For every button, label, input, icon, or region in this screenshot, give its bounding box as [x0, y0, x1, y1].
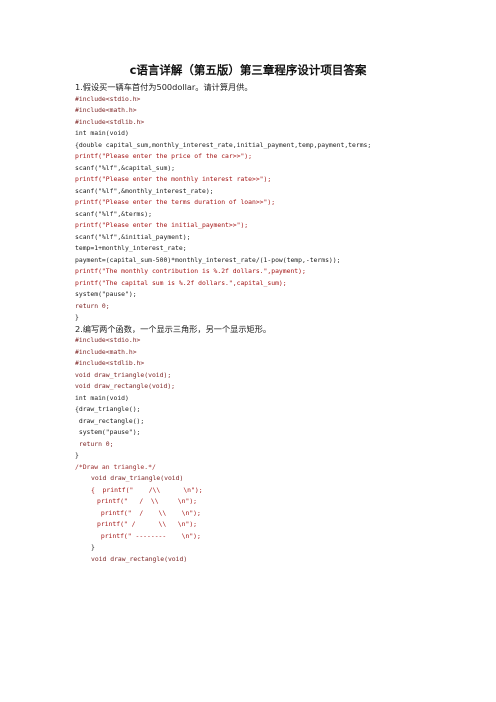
code-line: payment=(capital_sum-500)*monthly_intere…: [75, 255, 341, 264]
code-line: scanf("%lf",&monthly_interest_rate);: [75, 186, 214, 195]
code-line: printf("Please enter the initial_payment…: [75, 221, 249, 229]
code-line: #include<stdlib.h>: [75, 359, 145, 367]
code-line: printf(" -------- \n");: [97, 531, 201, 540]
code-line: printf("Please enter the terms duration …: [75, 198, 276, 206]
code-line: }: [75, 451, 79, 459]
code-line: { printf(" /\\ \n");: [91, 485, 203, 494]
code-line: printf("Please enter the price of the ca…: [75, 152, 252, 160]
code-line: printf(" / \\ \n");: [97, 497, 198, 505]
code-line: void draw_rectangle(void);: [75, 382, 176, 390]
code-line: void draw_triangle(void): [91, 474, 184, 482]
code-line: }: [75, 313, 79, 321]
code-line: scanf("%lf",&capital_sum);: [75, 163, 176, 172]
code-line: draw_rectangle();: [75, 416, 145, 425]
code-line: return 0;: [75, 439, 114, 448]
document-page: c语言详解（第五版）第三章程序设计项目答案 1.假设买一辆车首付为500doll…: [0, 0, 496, 702]
code-line: {draw_triangle();: [75, 405, 141, 413]
code-line: system("pause");: [75, 290, 137, 298]
code-line: int main(void): [75, 129, 129, 137]
code-line: void draw_rectangle(void): [91, 554, 188, 563]
code-line: {double capital_sum,monthly_interest_rat…: [75, 140, 372, 149]
code-line: printf("Please enter the monthly interes…: [75, 175, 272, 183]
question-text: 1.假设买一辆车首付为500dollar。请计算月供。: [75, 82, 253, 92]
code-line: temp=1+monthly_interest_rate;: [75, 244, 187, 252]
code-line: scanf("%lf",&initial_payment);: [75, 232, 191, 241]
code-line: return 0;: [75, 301, 110, 310]
code-line: #include<math.h>: [75, 106, 137, 114]
page-title: c语言详解（第五版）第三章程序设计项目答案: [129, 63, 367, 77]
code-line: printf("The capital sum is %.2f dollars.…: [75, 278, 287, 287]
code-comment: /*Draw an triangle.*/: [75, 462, 156, 471]
code-line: system("pause");: [75, 428, 141, 436]
code-line: int main(void): [75, 393, 129, 402]
code-line: printf(" / \\ \n");: [97, 508, 201, 517]
code-line: #include<math.h>: [75, 347, 137, 356]
code-line: #include<stdlib.h>: [75, 117, 145, 126]
code-line: printf(" / \\ \n");: [97, 520, 198, 528]
code-line: printf("The monthly contribution is %.2f…: [75, 267, 306, 275]
code-line: #include<stdio.h>: [75, 94, 141, 103]
code-line: #include<stdio.h>: [75, 336, 141, 344]
code-line: void draw_triangle(void);: [75, 370, 172, 379]
code-line: scanf("%lf",&terms);: [75, 209, 152, 218]
document-body: 1.假设买一辆车首付为500dollar。请计算月供。 #include<stdi…: [75, 82, 371, 565]
code-line: }: [91, 543, 95, 551]
question-text: 2.编写两个函数，一个显示三角形，另一个显示矩形。: [75, 323, 272, 334]
